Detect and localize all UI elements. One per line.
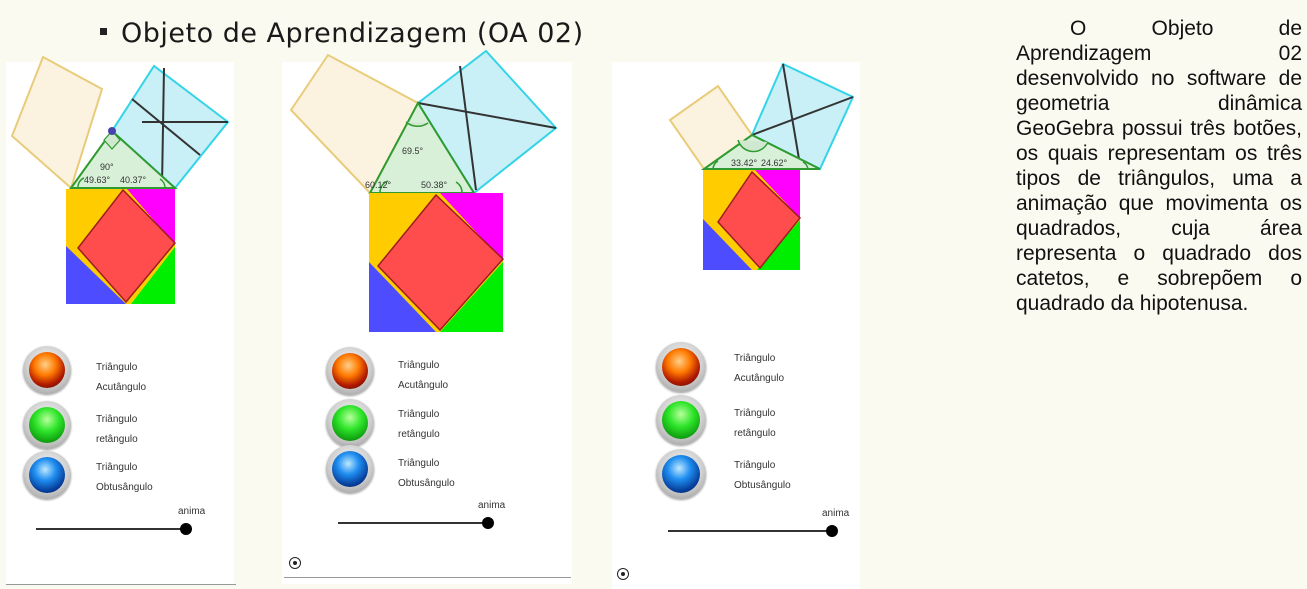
right-triangle-label: Triângulo retângulo [398,409,440,440]
obtuse-triangle-button[interactable] [656,449,706,499]
acute-triangle-button[interactable] [326,347,374,395]
anima-slider-track[interactable] [36,528,186,530]
right-triangle-button[interactable] [656,395,706,445]
anima-slider-handle[interactable] [180,523,192,535]
acute-triangle-button[interactable] [23,346,71,394]
play-animation-icon[interactable] [617,568,629,580]
right-triangle-button[interactable] [326,399,374,447]
obtuse-triangle-button[interactable] [326,445,374,493]
anima-slider-track[interactable] [338,522,488,524]
right-triangle-button[interactable] [23,401,71,449]
slide-description: O Objeto de Aprendizagem 02 desenvolvido… [1016,17,1302,315]
applet-panel-2 [282,62,572,584]
panel-baseline [284,577,571,578]
anima-slider-label: anima [178,506,206,517]
acute-triangle-label: Triângulo Acutângulo [734,353,785,384]
acute-triangle-label: Triângulo Acutângulo [96,362,147,393]
acute-triangle-button[interactable] [656,342,706,392]
right-triangle-label: Triângulo retângulo [734,408,776,439]
play-animation-icon[interactable] [289,557,301,569]
obtuse-triangle-label: Triângulo Obtusângulo [398,458,455,489]
anima-slider-label: anima [478,500,506,511]
bullet-icon [100,28,107,35]
anima-slider-handle[interactable] [826,525,838,537]
obtuse-triangle-label: Triângulo Obtusângulo [96,462,153,493]
anima-slider-handle[interactable] [482,517,494,529]
anima-slider-label: anima [822,508,850,519]
acute-triangle-label: Triângulo Acutângulo [398,360,449,391]
slide-title: Objeto de Aprendizagem (OA 02) [100,18,584,49]
obtuse-triangle-label: Triângulo Obtusângulo [734,460,791,491]
obtuse-triangle-button[interactable] [23,451,71,499]
panel-baseline [6,584,236,585]
right-triangle-label: Triângulo retângulo [96,414,138,445]
slide-title-text: Objeto de Aprendizagem (OA 02) [121,18,584,49]
anima-slider-track[interactable] [668,530,832,532]
